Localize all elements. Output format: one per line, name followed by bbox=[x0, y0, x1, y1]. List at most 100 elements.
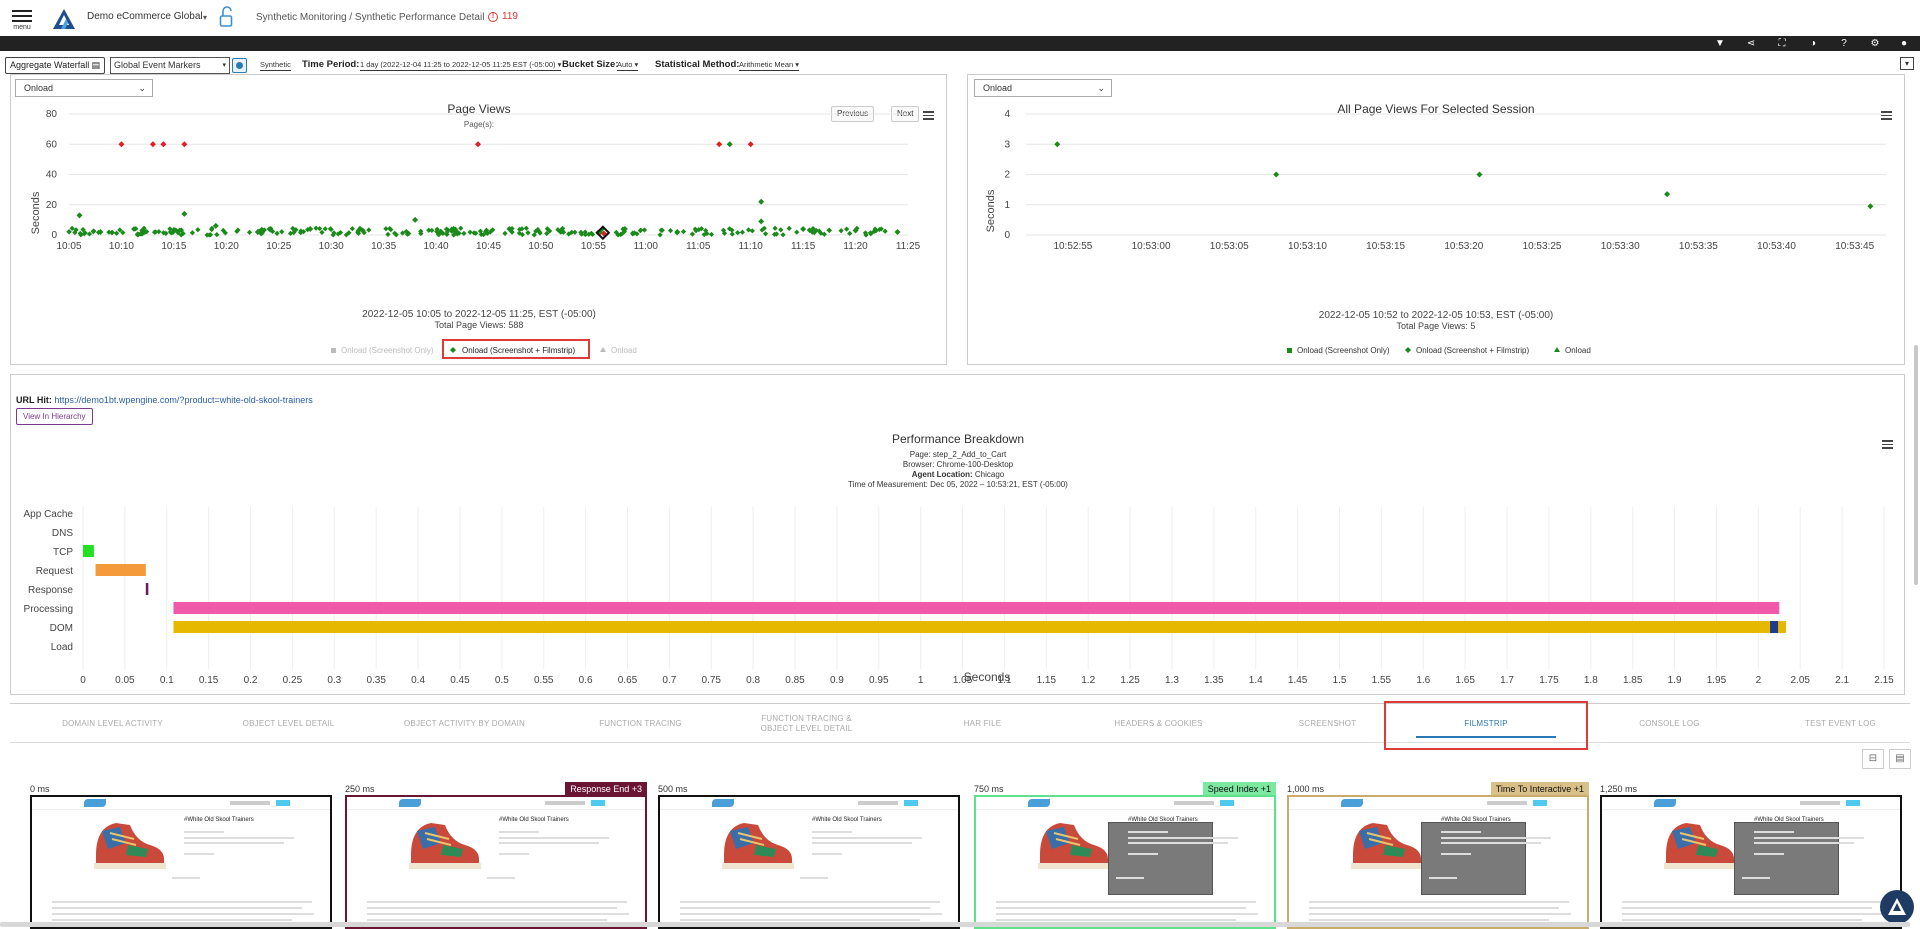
data-point[interactable] bbox=[322, 226, 328, 232]
data-point[interactable] bbox=[313, 225, 319, 231]
data-point[interactable] bbox=[638, 227, 644, 233]
data-point[interactable] bbox=[844, 226, 850, 232]
filmstrip-frame[interactable]: #White Old Skool Trainers bbox=[1287, 795, 1589, 929]
data-point[interactable] bbox=[214, 232, 220, 238]
data-point[interactable] bbox=[195, 227, 201, 233]
data-point[interactable] bbox=[689, 231, 696, 237]
data-point[interactable] bbox=[366, 227, 372, 233]
data-point[interactable] bbox=[118, 141, 125, 148]
contrast-icon[interactable]: ◑ bbox=[1807, 38, 1819, 49]
help-icon[interactable]: ? bbox=[1838, 38, 1850, 49]
data-point[interactable] bbox=[246, 229, 253, 235]
stat-method-select[interactable]: Arithmetic Mean ▾ bbox=[739, 60, 800, 71]
data-point[interactable] bbox=[747, 141, 754, 148]
data-point[interactable] bbox=[349, 226, 355, 232]
unlock-icon[interactable] bbox=[219, 6, 233, 33]
breakdown-bars[interactable] bbox=[83, 545, 1786, 633]
markers-toggle-button[interactable] bbox=[232, 58, 247, 73]
tab-object-level-detail[interactable]: OBJECT LEVEL DETAIL bbox=[206, 704, 371, 744]
collapse-filters-chevron-icon[interactable]: ▾ bbox=[1900, 57, 1914, 70]
data-point[interactable] bbox=[181, 210, 188, 217]
tab-console-log[interactable]: CONSOLE LOG bbox=[1587, 704, 1752, 744]
legend-item[interactable]: Onload (Screenshot Only) bbox=[341, 346, 434, 355]
data-point[interactable] bbox=[467, 229, 473, 235]
data-point[interactable] bbox=[149, 141, 156, 148]
data-point[interactable] bbox=[91, 228, 97, 234]
bar-tcp[interactable] bbox=[83, 545, 94, 557]
data-point[interactable] bbox=[66, 229, 72, 235]
data-point[interactable] bbox=[739, 229, 746, 235]
page-views-points[interactable] bbox=[66, 141, 901, 241]
list-view-icon[interactable]: ▤ bbox=[1889, 749, 1911, 769]
legend-item[interactable]: Onload (Screenshot + Filmstrip) bbox=[462, 346, 575, 355]
bar-request[interactable] bbox=[95, 564, 146, 576]
user-icon[interactable]: ● bbox=[1898, 38, 1910, 49]
data-point[interactable] bbox=[279, 229, 285, 235]
data-point[interactable] bbox=[383, 226, 389, 232]
bar-processing[interactable] bbox=[173, 602, 1780, 614]
data-point[interactable] bbox=[786, 225, 792, 232]
data-point[interactable] bbox=[800, 225, 807, 232]
filter-icon[interactable]: ▼ bbox=[1714, 38, 1726, 49]
data-point[interactable] bbox=[680, 229, 687, 235]
frame-milestone-badge[interactable]: Time To Interactive +1 bbox=[1490, 782, 1589, 796]
tab-test-event-log[interactable]: TEST EVENT LOG bbox=[1758, 704, 1920, 744]
legend-item[interactable]: Onload bbox=[611, 346, 637, 355]
data-point[interactable] bbox=[745, 227, 752, 233]
settings-icon[interactable]: ⚙ bbox=[1869, 38, 1881, 49]
waterfall-view-icon[interactable]: ⊟ bbox=[1862, 749, 1884, 769]
data-point[interactable] bbox=[826, 227, 832, 233]
data-point[interactable] bbox=[708, 231, 715, 238]
legend-item[interactable]: Onload (Screenshot + Filmstrip) bbox=[1416, 346, 1529, 355]
data-point[interactable] bbox=[657, 232, 663, 238]
view-in-hierarchy-button[interactable]: View In Hierarchy bbox=[16, 408, 93, 425]
breakdown-chart[interactable]: Performance Breakdown Page: step_2_Add_t… bbox=[11, 375, 1906, 696]
data-point[interactable] bbox=[716, 141, 723, 148]
url-hit-link[interactable]: https://demo1bt.wpengine.com/?product=wh… bbox=[54, 395, 312, 405]
time-period-select[interactable]: 1 day (2022-12-04 11:25 to 2022-12-05 11… bbox=[360, 60, 562, 71]
tab-har-file[interactable]: HAR FILE bbox=[900, 704, 1065, 744]
data-point[interactable] bbox=[181, 141, 188, 148]
tab-function-tracing-object-level-detail[interactable]: FUNCTION TRACING & OBJECT LEVEL DETAIL bbox=[724, 704, 889, 744]
data-point[interactable] bbox=[758, 198, 765, 205]
bar-dom[interactable] bbox=[173, 621, 1786, 633]
data-point[interactable] bbox=[523, 225, 529, 231]
data-point[interactable] bbox=[735, 230, 741, 236]
share-icon[interactable]: ⋖ bbox=[1745, 38, 1757, 49]
data-point[interactable] bbox=[838, 228, 844, 234]
data-point[interactable] bbox=[412, 216, 419, 223]
filmstrip-frame[interactable]: #White Old Skool Trainers bbox=[1600, 795, 1902, 929]
chat-assistant-button[interactable] bbox=[1880, 890, 1914, 924]
data-point[interactable] bbox=[762, 231, 769, 237]
tab-function-tracing[interactable]: FUNCTION TRACING bbox=[558, 704, 723, 744]
filmstrip-frame[interactable]: #White Old Skool Trainers bbox=[345, 795, 647, 929]
frame-milestone-badge[interactable]: Speed Index +1 bbox=[1202, 782, 1276, 796]
vertical-scrollbar[interactable] bbox=[1914, 345, 1918, 585]
data-point[interactable] bbox=[726, 141, 733, 148]
brand-logo-icon[interactable] bbox=[52, 8, 76, 35]
data-point[interactable] bbox=[458, 225, 464, 231]
filmstrip-frame[interactable]: #White Old Skool Trainers bbox=[658, 795, 960, 929]
data-point[interactable] bbox=[749, 228, 755, 234]
data-point[interactable] bbox=[758, 218, 765, 225]
data-point[interactable] bbox=[794, 229, 800, 235]
data-point[interactable] bbox=[160, 141, 167, 148]
data-point[interactable] bbox=[778, 227, 784, 233]
page-views-chart[interactable]: Page Views Page(s): 020406080 10:05 10:10… bbox=[11, 75, 948, 366]
data-point[interactable] bbox=[385, 231, 391, 237]
tab-headers-cookies[interactable]: HEADERS & COOKIES bbox=[1076, 704, 1241, 744]
legend-item[interactable]: Onload (Screenshot Only) bbox=[1297, 346, 1390, 355]
menu-button[interactable]: menu bbox=[12, 7, 32, 31]
data-point[interactable] bbox=[426, 227, 432, 233]
data-point[interactable] bbox=[1273, 171, 1280, 178]
data-point[interactable] bbox=[667, 228, 674, 234]
data-point[interactable] bbox=[780, 232, 786, 238]
data-point[interactable] bbox=[475, 141, 482, 148]
data-point[interactable] bbox=[1054, 141, 1061, 148]
frame-milestone-badge[interactable]: Response End +3 bbox=[565, 782, 647, 796]
fullscreen-icon[interactable]: ⛶ bbox=[1776, 38, 1788, 49]
synthetic-select[interactable]: Synthetic bbox=[260, 60, 291, 71]
filmstrip-frame[interactable]: #White Old Skool Trainers bbox=[30, 795, 332, 929]
horizontal-scrollbar[interactable] bbox=[0, 922, 1910, 927]
alert-indicator[interactable]: ! 119 bbox=[488, 11, 518, 22]
